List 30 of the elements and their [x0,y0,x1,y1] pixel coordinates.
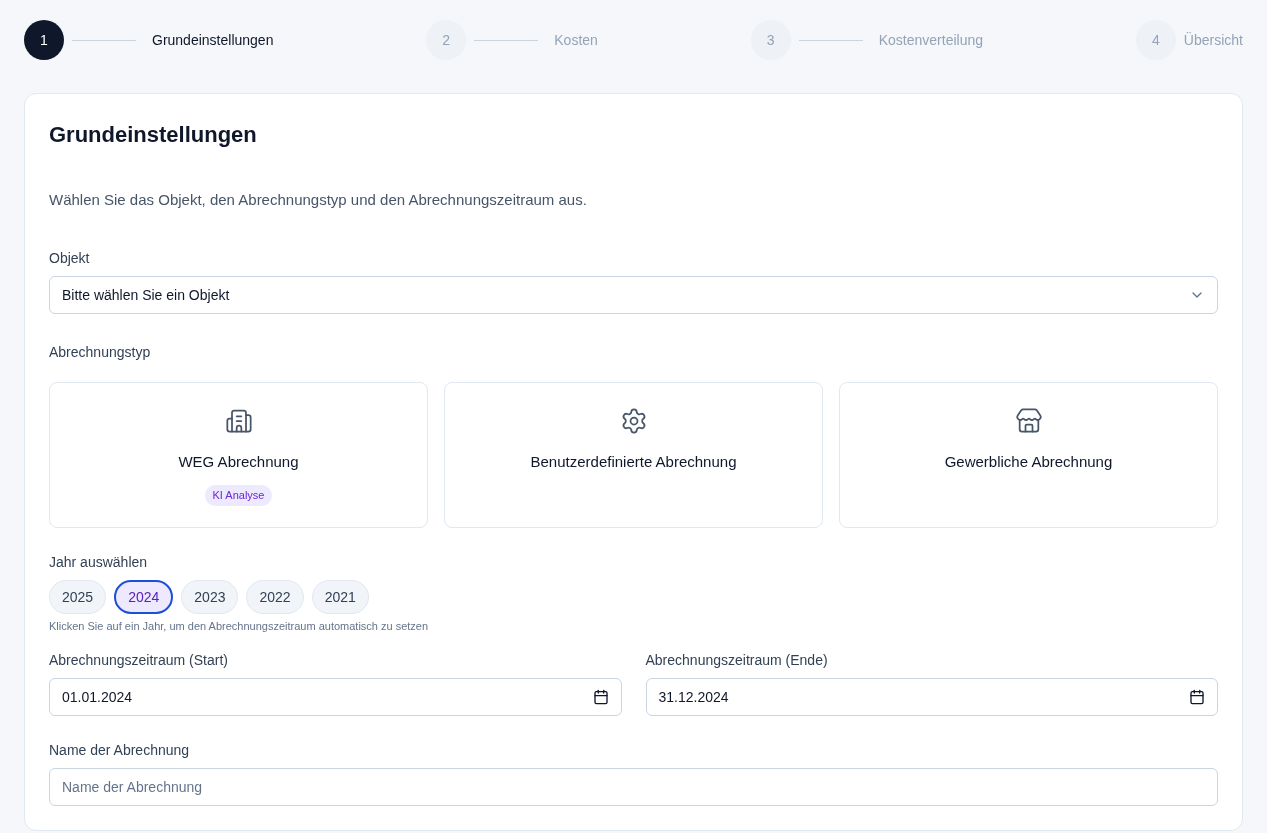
description-text: Wählen Sie das Objekt, den Abrechnungstyp und den Abrechnungszeitraum aus. [49,190,588,210]
step-number[interactable]: 1 [24,20,64,60]
calendar-icon [1189,689,1205,705]
year-button[interactable]: 2021 [311,579,369,614]
field-label: Abrechnungszeitraum (Ende) [645,651,829,670]
section-title: Grundeinstellungen [49,121,258,149]
year-button[interactable]: 2022 [246,579,304,614]
date-field[interactable]: 31.12.2024 [645,678,1218,716]
field-label: Abrechnungstyp [49,342,152,362]
billing-type-card[interactable]: Gewerbliche Abrechnung [839,381,1218,528]
year-button[interactable]: 2023 [181,579,239,614]
field-label: Jahr auswählen [49,552,149,572]
store-icon [1014,406,1043,435]
billing-type-card[interactable]: WEG Abrechnung KI Analyse [49,381,428,528]
ai-badge: KI Analyse [204,485,273,506]
year-button[interactable]: 2024 [114,579,174,614]
object-select[interactable]: Bitte wählen Sie ein Objekt [49,275,1218,314]
field-label: Abrechnungszeitraum (Start) [49,651,229,670]
card-title: Gewerbliche Abrechnung [944,451,1113,472]
card-title: WEG Abrechnung [178,451,299,472]
field-label: Name der Abrechnung [49,741,191,760]
step-label[interactable]: Grundeinstellungen [152,30,274,50]
name-input[interactable]: Name der Abrechnung [49,768,1218,806]
date-field[interactable]: 01.01.2024 [49,678,622,716]
field-label: Objekt [49,248,91,268]
billing-type-card[interactable]: Benutzerdefinierte Abrechnung [444,381,823,528]
card-title: Benutzerdefinierte Abrechnung [530,451,737,472]
calendar-icon [592,689,609,705]
hint-text: Klicken Sie auf ein Jahr, um den Abrechnungszeitraum automatisch zu setzen [49,618,430,634]
year-button[interactable]: 2025 [49,579,107,614]
